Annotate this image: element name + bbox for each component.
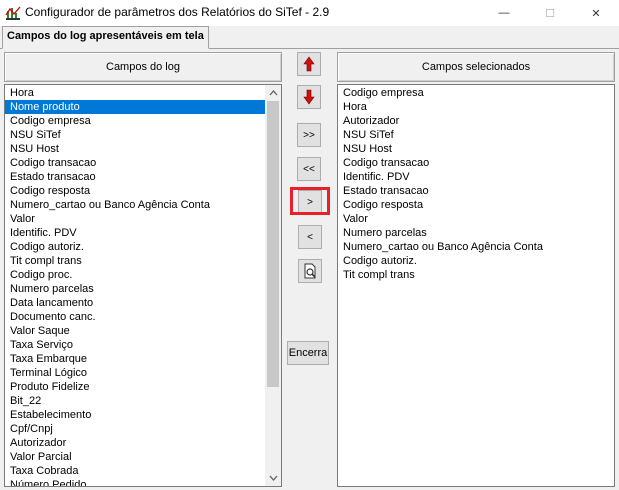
- list-item[interactable]: Estabelecimento: [5, 408, 265, 422]
- tab-strip: Campos do log apresentáveis em tela: [0, 26, 619, 49]
- preview-button[interactable]: [298, 259, 322, 283]
- list-item[interactable]: Documento canc.: [5, 310, 265, 324]
- title-bar: Configurador de parâmetros dos Relatório…: [0, 0, 619, 26]
- list-item[interactable]: Cpf/Cnpj: [5, 422, 265, 436]
- move-all-right-button[interactable]: >>: [297, 123, 321, 147]
- red-arrow-up-icon: [303, 56, 315, 72]
- vertical-scrollbar[interactable]: [265, 85, 281, 486]
- list-item[interactable]: Identific. PDV: [5, 226, 265, 240]
- list-item[interactable]: Codigo transacao: [338, 156, 543, 170]
- scroll-down-icon[interactable]: [265, 470, 281, 486]
- list-item[interactable]: Data lancamento: [5, 296, 265, 310]
- list-item[interactable]: Estado transacao: [338, 184, 543, 198]
- move-left-button[interactable]: <: [298, 225, 322, 249]
- highlight-box: [290, 187, 330, 215]
- list-item[interactable]: Codigo transacao: [5, 156, 265, 170]
- list-item[interactable]: Hora: [338, 100, 543, 114]
- minimize-button[interactable]: —: [481, 0, 527, 26]
- left-panel-header: Campos do log: [4, 52, 282, 82]
- list-item[interactable]: Numero_cartao ou Banco Agência Conta: [338, 240, 543, 254]
- scroll-up-icon[interactable]: [265, 85, 281, 101]
- move-all-left-button[interactable]: <<: [297, 157, 321, 181]
- selected-fields-list[interactable]: Codigo empresa Hora Autorizador NSU SiTef NS…: [337, 84, 615, 487]
- list-item[interactable]: Codigo autoriz.: [338, 254, 543, 268]
- list-item[interactable]: Codigo resposta: [338, 198, 543, 212]
- list-item[interactable]: Tit compl trans: [5, 254, 265, 268]
- list-item[interactable]: Valor: [5, 212, 265, 226]
- available-fields-list[interactable]: Hora Nome produto Codigo empresa NSU SiTef N…: [4, 84, 282, 487]
- list-item[interactable]: Valor: [338, 212, 543, 226]
- list-item[interactable]: Identific. PDV: [338, 170, 543, 184]
- list-item[interactable]: Autorizador: [338, 114, 543, 128]
- list-item[interactable]: Codigo empresa: [338, 86, 543, 100]
- red-arrow-down-icon: [303, 89, 315, 105]
- scrollbar-thumb[interactable]: [267, 101, 279, 387]
- list-item[interactable]: Valor Parcial: [5, 450, 265, 464]
- app-chart-icon: [5, 6, 21, 20]
- list-item[interactable]: Hora: [5, 86, 265, 100]
- list-item[interactable]: Numero_cartao ou Banco Agência Conta: [5, 198, 265, 212]
- list-item[interactable]: Autorizador: [5, 436, 265, 450]
- right-panel-header: Campos selecionados: [337, 52, 615, 82]
- list-item[interactable]: Valor Saque: [5, 324, 265, 338]
- list-item[interactable]: Bit_22: [5, 394, 265, 408]
- tab-campos-do-log[interactable]: Campos do log apresentáveis em tela: [2, 26, 209, 49]
- close-button[interactable]: Encerra: [287, 341, 329, 365]
- list-item[interactable]: Produto Fidelize: [5, 380, 265, 394]
- maximize-icon: ☐: [545, 7, 555, 20]
- list-item[interactable]: Nome produto: [5, 100, 265, 114]
- list-item[interactable]: Codigo resposta: [5, 184, 265, 198]
- list-item[interactable]: Estado transacao: [5, 170, 265, 184]
- list-item[interactable]: Numero parcelas: [338, 226, 543, 240]
- list-item[interactable]: Codigo proc.: [5, 268, 265, 282]
- minimize-icon: —: [498, 7, 510, 19]
- list-item[interactable]: NSU Host: [338, 142, 543, 156]
- list-item[interactable]: NSU Host: [5, 142, 265, 156]
- list-item[interactable]: NSU SiTef: [5, 128, 265, 142]
- window-title: Configurador de parâmetros dos Relatório…: [25, 5, 330, 19]
- list-item[interactable]: Terminal Lógico: [5, 366, 265, 380]
- move-up-button[interactable]: [297, 52, 321, 76]
- list-item[interactable]: NSU SiTef: [338, 128, 543, 142]
- print-preview-icon: [304, 263, 316, 279]
- list-item[interactable]: Taxa Embarque: [5, 352, 265, 366]
- list-item[interactable]: Número Pedido: [5, 478, 265, 486]
- close-icon: ✕: [591, 7, 601, 20]
- maximize-button[interactable]: ☐: [527, 0, 573, 26]
- close-window-button[interactable]: ✕: [573, 0, 619, 26]
- list-item[interactable]: Tit compl trans: [338, 268, 543, 282]
- list-item[interactable]: Numero parcelas: [5, 282, 265, 296]
- list-item[interactable]: Taxa Serviço: [5, 338, 265, 352]
- list-item[interactable]: Codigo autoriz.: [5, 240, 265, 254]
- move-down-button[interactable]: [297, 85, 321, 109]
- list-item[interactable]: Taxa Cobrada: [5, 464, 265, 478]
- list-item[interactable]: Codigo empresa: [5, 114, 265, 128]
